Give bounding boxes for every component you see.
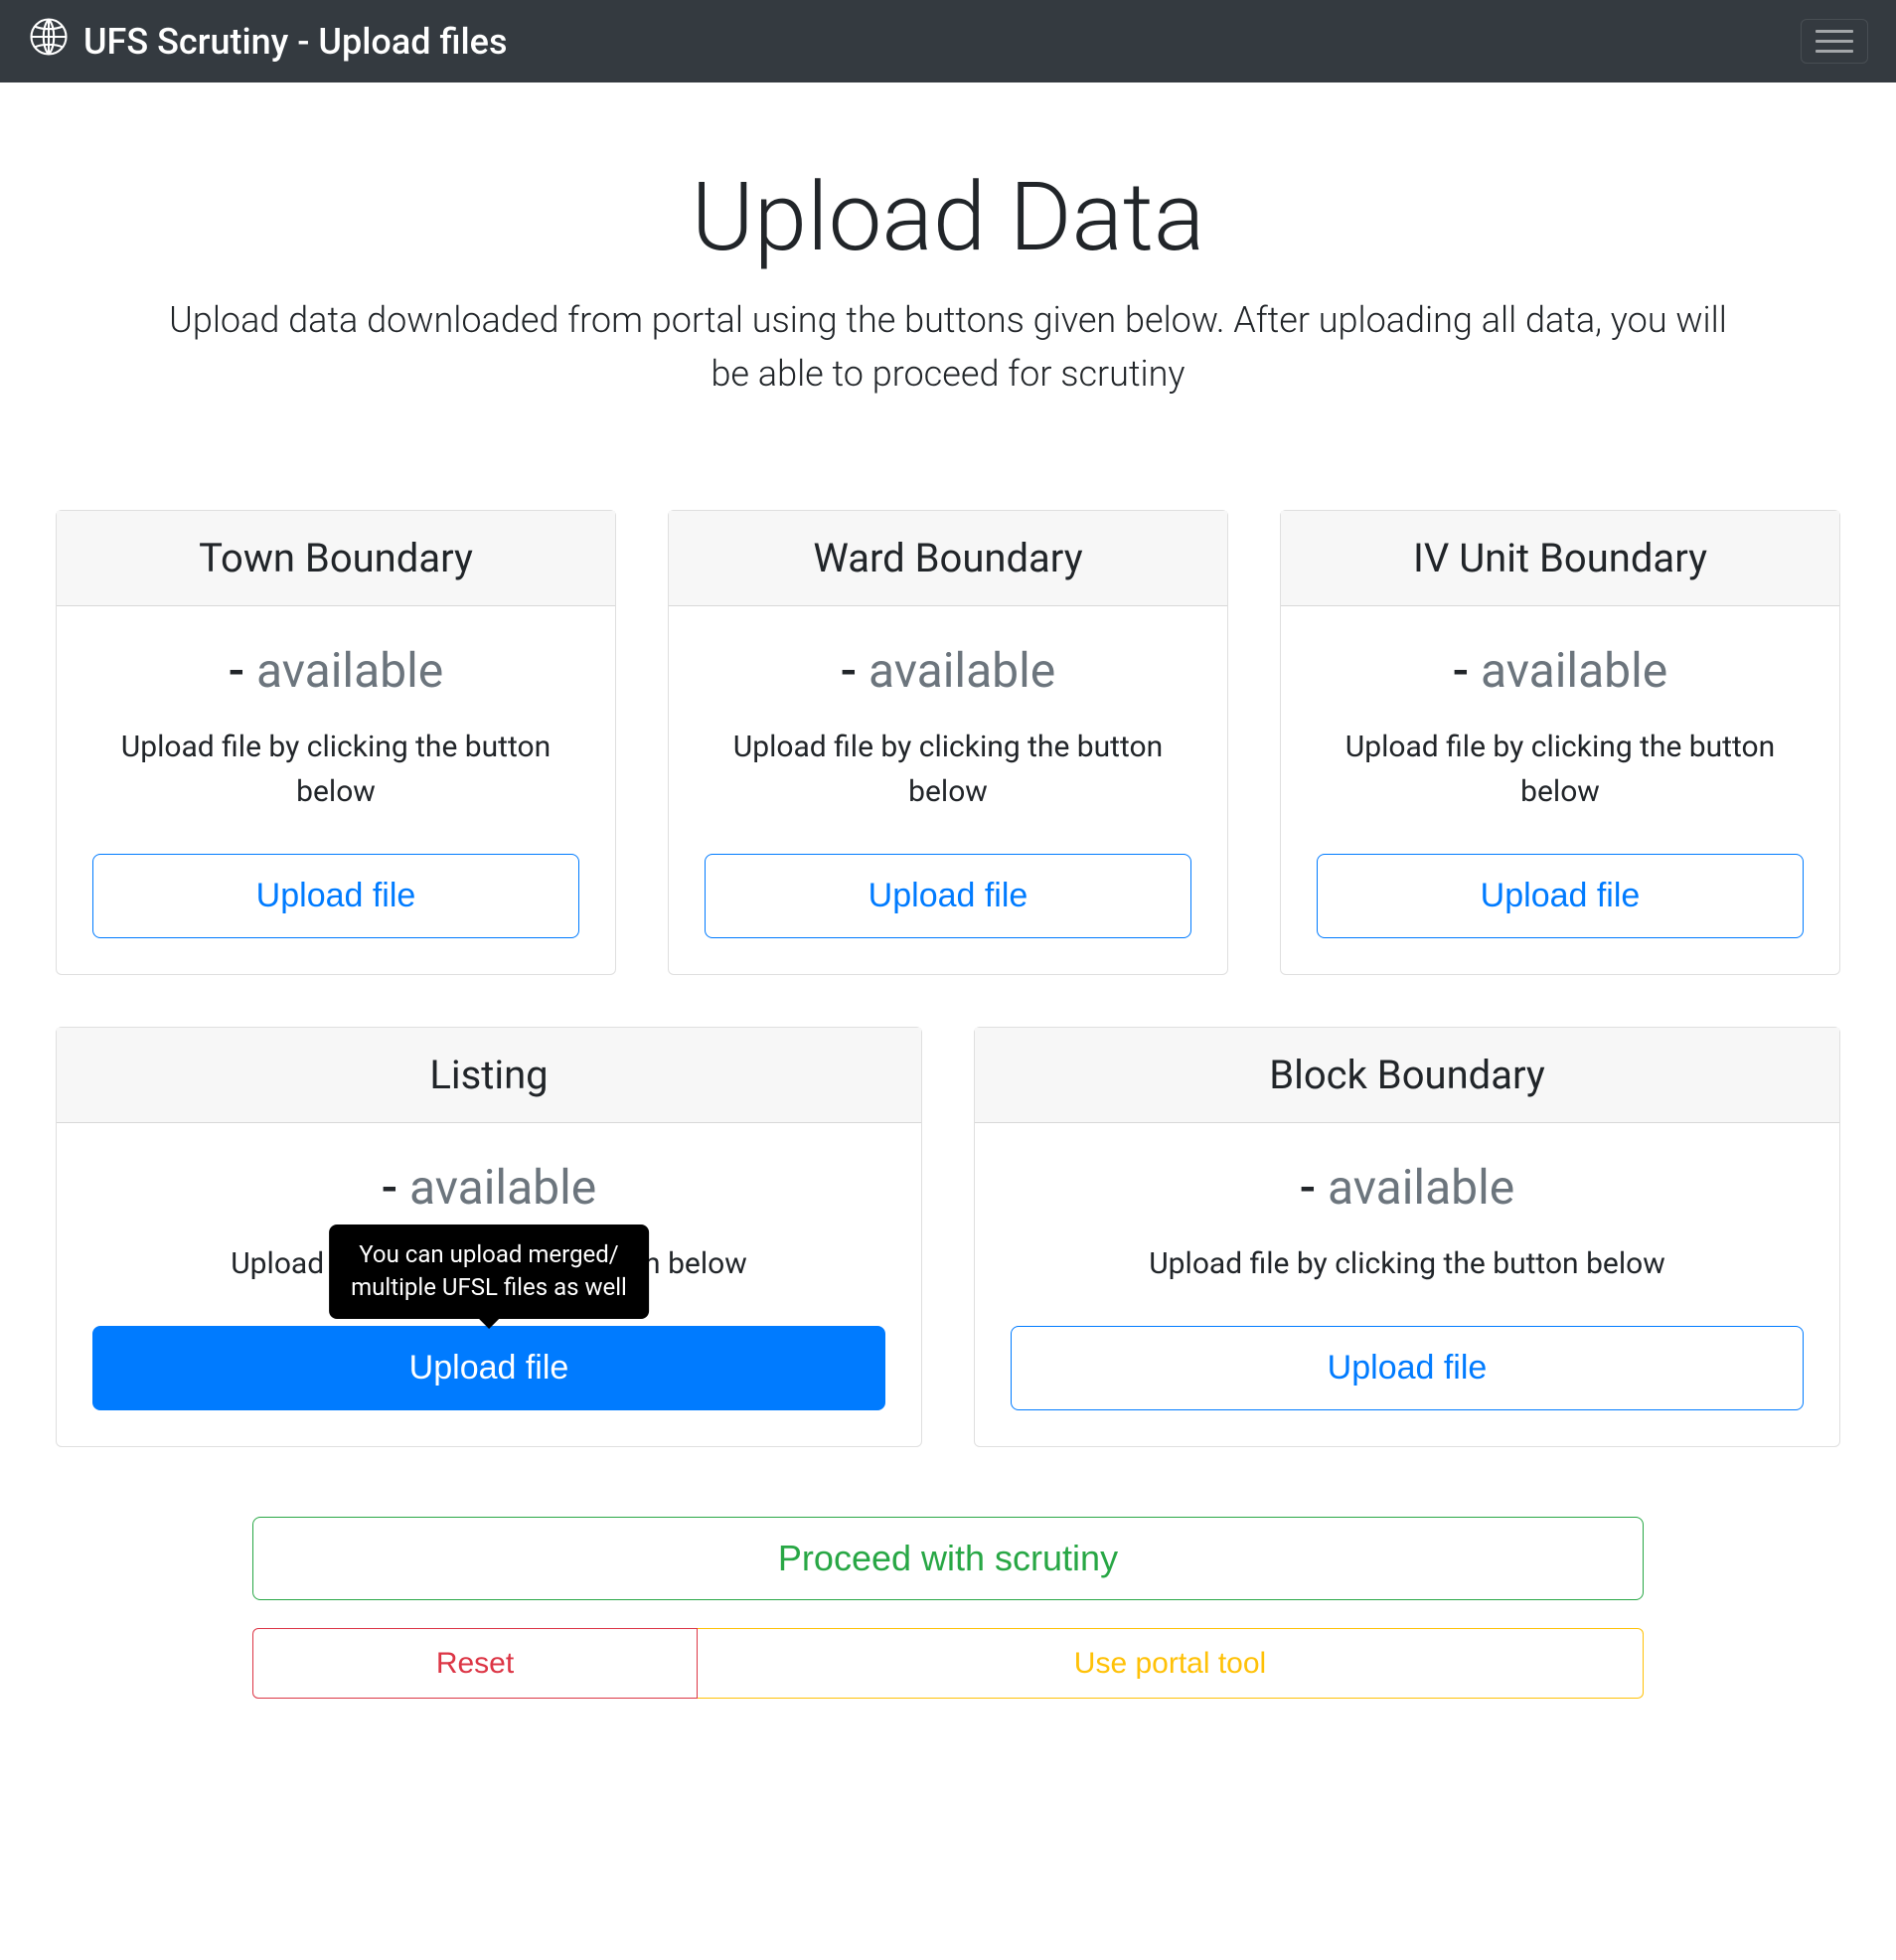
hero: Upload Data Upload data downloaded from … [56, 82, 1840, 460]
card-header: IV Unit Boundary [1281, 511, 1839, 606]
cards-row-bottom: Listing - available Upload file by click… [56, 1027, 1840, 1447]
upload-ward-button[interactable]: Upload file [705, 854, 1191, 938]
page-subtitle: Upload data downloaded from portal using… [153, 293, 1743, 401]
card-header: Ward Boundary [669, 511, 1227, 606]
card-text: Upload file by clicking the button below [1317, 725, 1804, 814]
card-status: - available [1317, 642, 1804, 699]
navbar: UFS Scrutiny - Upload files [0, 0, 1896, 82]
tooltip: You can upload merged/ multiple UFSL fil… [329, 1225, 649, 1319]
cards-row-top: Town Boundary - available Upload file by… [56, 510, 1840, 975]
card-text: Upload file by clicking the button below [92, 725, 579, 814]
reset-button[interactable]: Reset [252, 1628, 698, 1699]
card-iv-boundary: IV Unit Boundary - available Upload file… [1280, 510, 1840, 975]
card-text: Upload file by clicking the button below [1011, 1241, 1804, 1286]
hamburger-icon [1816, 30, 1853, 53]
upload-iv-button[interactable]: Upload file [1317, 854, 1804, 938]
card-block-boundary: Block Boundary - available Upload file b… [974, 1027, 1840, 1447]
card-text: Upload file by clicking the button below [705, 725, 1191, 814]
action-buttons: Proceed with scrutiny Reset Use portal t… [252, 1517, 1644, 1699]
card-header: Town Boundary [57, 511, 615, 606]
card-header: Listing [57, 1028, 921, 1123]
navbar-toggler[interactable] [1801, 19, 1868, 64]
card-ward-boundary: Ward Boundary - available Upload file by… [668, 510, 1228, 975]
card-status: - available [705, 642, 1191, 699]
upload-block-button[interactable]: Upload file [1011, 1326, 1804, 1410]
app-title: UFS Scrutiny - Upload files [83, 21, 507, 63]
card-status: - available [92, 642, 579, 699]
globe-icon [28, 16, 70, 67]
card-status: - available [92, 1159, 885, 1216]
upload-town-button[interactable]: Upload file [92, 854, 579, 938]
proceed-button[interactable]: Proceed with scrutiny [252, 1517, 1644, 1600]
card-status: - available [1011, 1159, 1804, 1216]
card-listing: Listing - available Upload file by click… [56, 1027, 922, 1447]
navbar-brand[interactable]: UFS Scrutiny - Upload files [28, 16, 507, 67]
page-title: Upload Data [56, 162, 1840, 273]
card-town-boundary: Town Boundary - available Upload file by… [56, 510, 616, 975]
portal-tool-button[interactable]: Use portal tool [698, 1628, 1644, 1699]
card-header: Block Boundary [975, 1028, 1839, 1123]
